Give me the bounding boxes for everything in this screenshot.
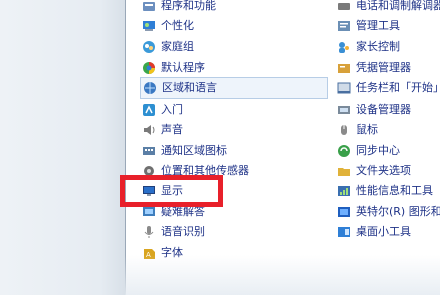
performance-icon [337,184,351,198]
item-admin-tools[interactable]: 管理工具 [337,15,440,37]
microphone-icon [142,225,156,239]
item-label: 程序和功能 [161,0,216,12]
default-programs-icon [142,61,156,75]
item-label: 电话和调制解调器 [356,0,440,12]
item-label: 凭据管理器 [356,61,411,74]
item-notification-area-icons[interactable]: 通知区域图标 [142,140,317,162]
item-label: 任务栏和「开始」菜单 [356,81,440,94]
item-label: 性能信息和工具 [356,184,433,197]
desktop-background [0,0,125,295]
item-label: 文件夹选项 [356,164,411,177]
phone-modem-icon [337,0,351,13]
admin-tools-icon [337,19,351,33]
programs-icon [142,0,156,13]
notification-area-icon [142,144,156,158]
personalization-icon [142,19,156,33]
item-sound[interactable]: 声音 [142,119,317,141]
region-language-icon [143,81,157,95]
item-label: 声音 [161,123,183,136]
item-label: 设备管理器 [356,103,411,116]
sync-center-icon [337,144,351,158]
item-default-programs[interactable]: 默认程序 [142,57,317,79]
parental-controls-icon [337,40,351,54]
folder-options-icon [337,164,351,178]
item-intel-graphics[interactable]: 英特尔(R) 图形和媒体 [337,201,440,223]
item-region-language[interactable]: 区域和语言 [140,77,328,99]
item-label: 英特尔(R) 图形和媒体 [356,205,440,218]
item-sync-center[interactable]: 同步中心 [337,140,440,162]
item-performance-tools[interactable]: 性能信息和工具 [337,180,440,202]
intel-graphics-icon [337,205,351,219]
item-label: 家庭组 [161,40,194,53]
item-label: 区域和语言 [162,81,217,94]
item-parental-controls[interactable]: 家长控制 [337,36,440,58]
item-label: 鼠标 [356,123,378,136]
credential-manager-icon [337,61,351,75]
homegroup-icon [142,40,156,54]
troubleshooting-icon [142,205,156,219]
speaker-icon [142,123,156,137]
item-speech-recognition[interactable]: 语音识别 [142,221,317,243]
item-label: 个性化 [161,19,194,32]
item-personalization[interactable]: 个性化 [142,15,317,37]
taskbar-icon [337,81,351,95]
item-label: 默认程序 [161,61,205,74]
getting-started-icon [142,103,156,117]
gadgets-icon [337,225,351,239]
item-folder-options[interactable]: 文件夹选项 [337,160,440,182]
item-label: 同步中心 [356,144,400,157]
item-device-manager[interactable]: 设备管理器 [337,99,440,121]
item-label: 入门 [161,103,183,116]
annotation-highlight-box [120,175,223,207]
item-credential-manager[interactable]: 凭据管理器 [337,57,440,79]
device-manager-icon [337,103,351,117]
item-taskbar-start-menu[interactable]: 任务栏和「开始」菜单 [337,77,440,99]
item-mouse[interactable]: 鼠标 [337,119,440,141]
item-label: 管理工具 [356,19,400,32]
item-label: 语音识别 [161,225,205,238]
item-homegroup[interactable]: 家庭组 [142,36,317,58]
item-label: 通知区域图标 [161,144,227,157]
window-bottom-edge [125,255,440,295]
item-getting-started[interactable]: 入门 [142,99,317,121]
item-label: 疑难解答 [161,205,205,218]
item-label: 家长控制 [356,40,400,53]
mouse-icon [337,123,351,137]
item-desktop-gadgets[interactable]: 桌面小工具 [337,221,440,243]
item-label: 桌面小工具 [356,225,411,238]
